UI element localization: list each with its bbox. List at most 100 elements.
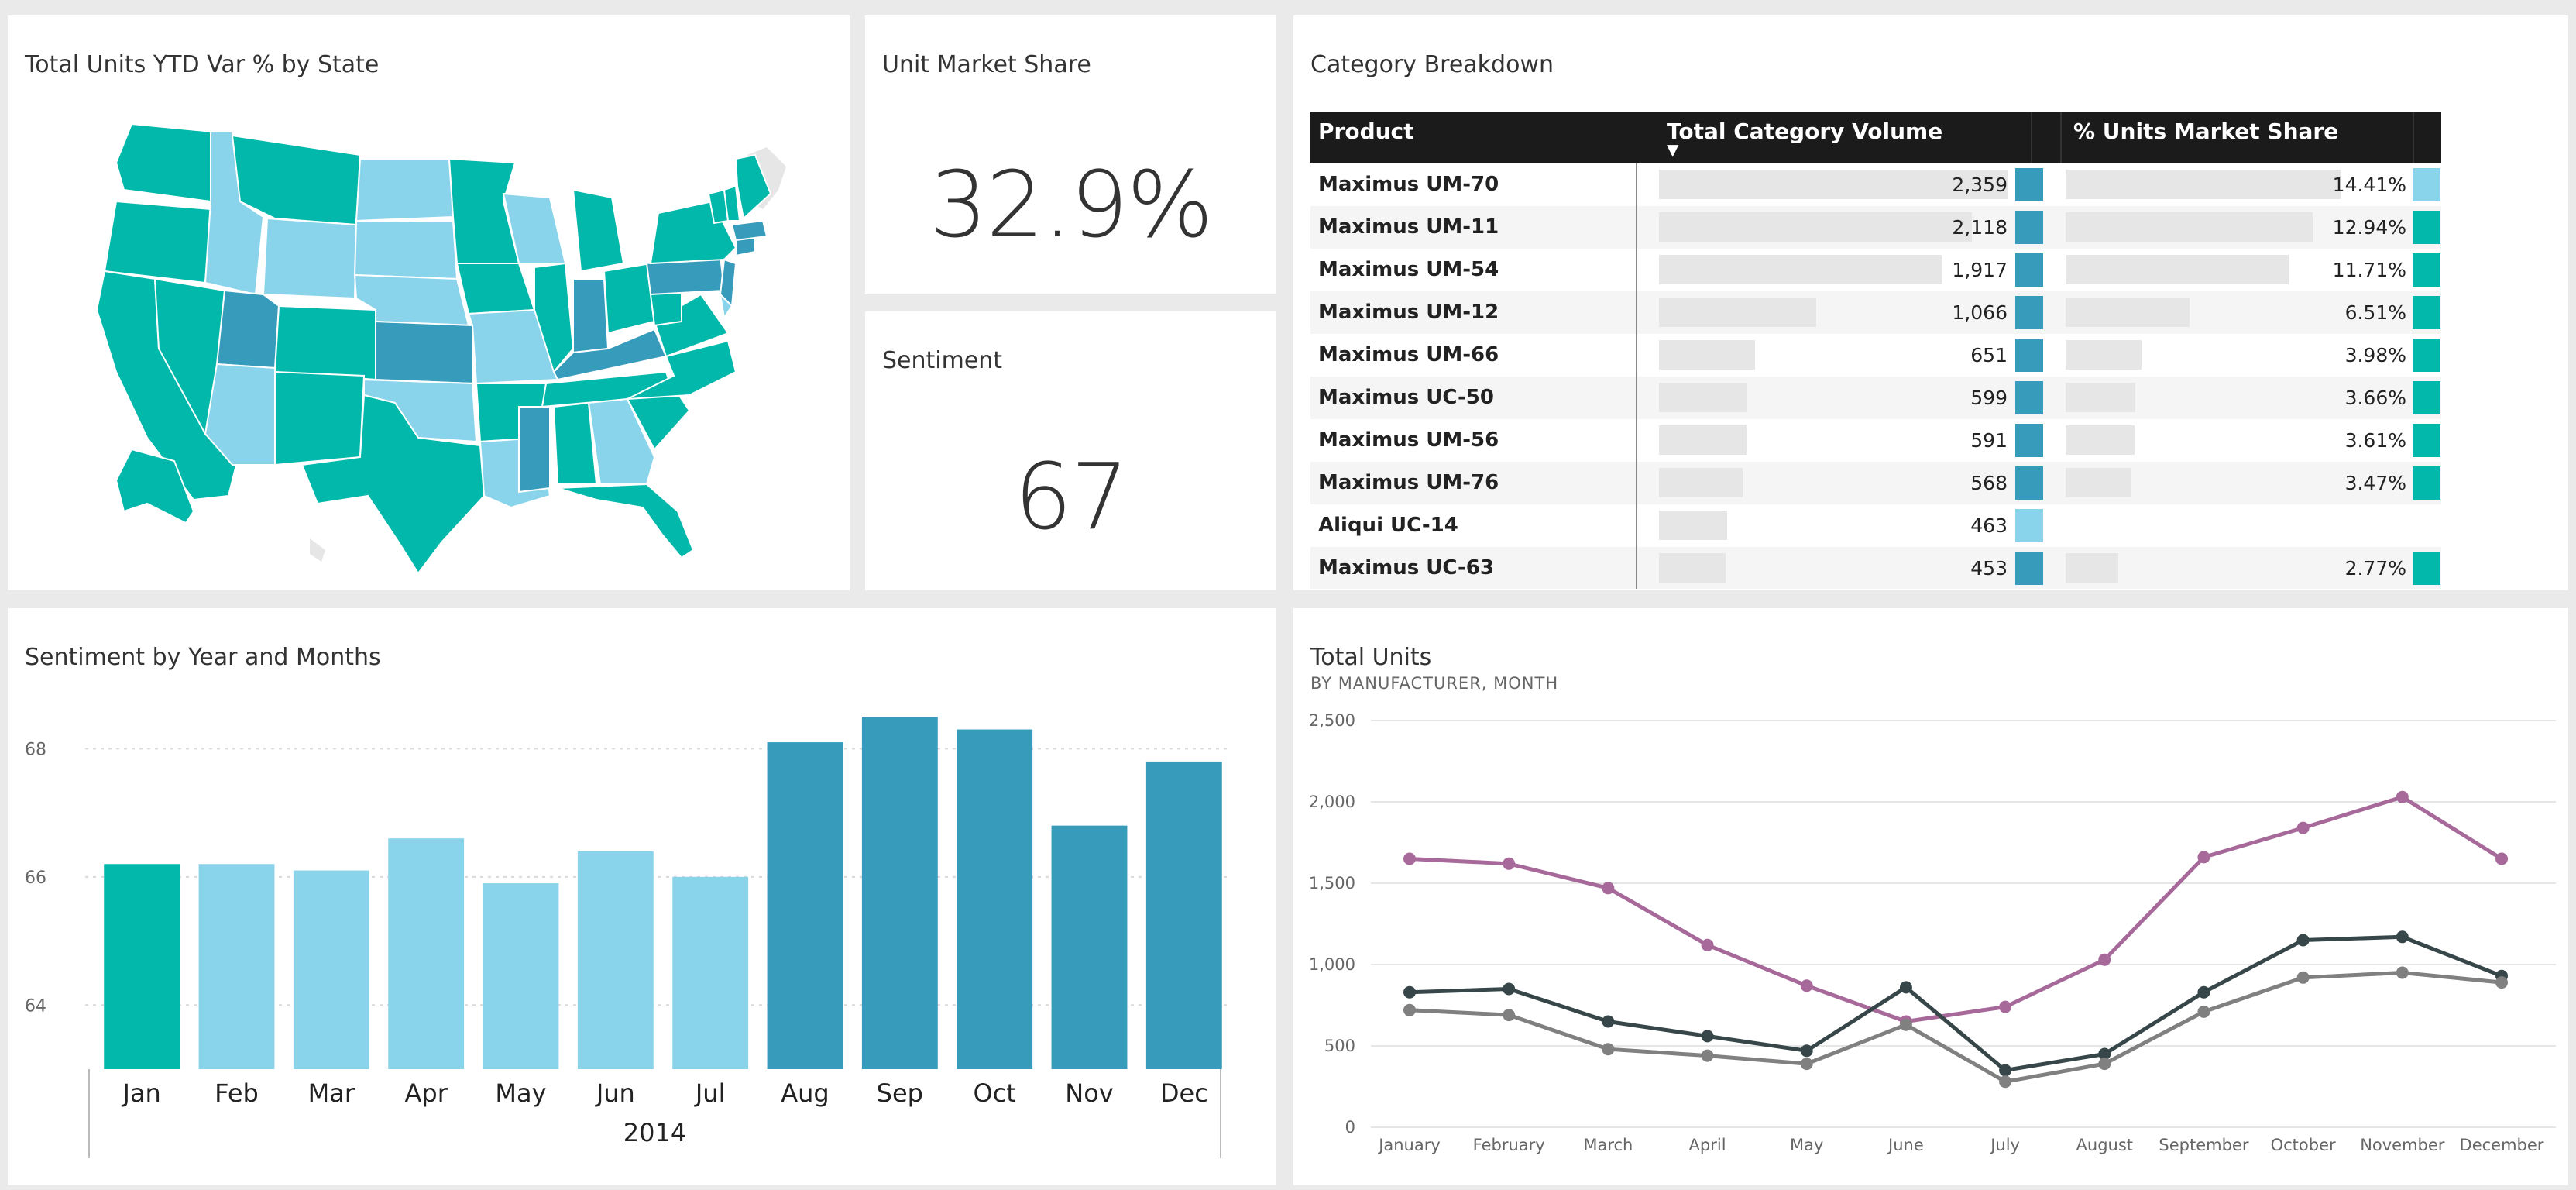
table-row[interactable]: Maximus UC-50 599 3.66% [1310, 377, 2441, 419]
product-name: Maximus UM-54 [1318, 258, 1499, 281]
table-row[interactable]: Maximus UM-70 2,359 14.41% [1310, 163, 2441, 206]
header-share[interactable]: % Units Market Share [2073, 119, 2338, 144]
line-point[interactable] [1701, 938, 1714, 951]
line-point[interactable] [1602, 1015, 1615, 1028]
line-point[interactable] [1800, 1044, 1813, 1058]
line-point[interactable] [2396, 930, 2409, 944]
bar-ytick-label: 66 [25, 868, 46, 888]
bar-mark[interactable] [388, 838, 465, 1069]
table-row[interactable]: Maximus UM-66 651 3.98% [1310, 334, 2441, 377]
line-point[interactable] [1800, 979, 1813, 992]
volume-color-swatch [2015, 466, 2043, 500]
line-point[interactable] [2396, 966, 2409, 979]
volume-value: 1,066 [1952, 301, 2008, 324]
bar-mark[interactable] [1051, 825, 1128, 1069]
line-ytick-label: 2,000 [1309, 793, 1355, 811]
volume-databar [1659, 383, 1747, 412]
line-point[interactable] [1503, 857, 1516, 870]
header-divider [2413, 112, 2414, 163]
bar-xtick-label: Feb [215, 1078, 259, 1108]
line-point[interactable] [1899, 1018, 1912, 1031]
share-databar [2066, 170, 2341, 199]
table-row[interactable]: Maximus UM-11 2,118 12.94% [1310, 206, 2441, 249]
share-databar [2066, 425, 2135, 455]
bar-ytick-label: 64 [25, 996, 46, 1016]
bar-mark[interactable] [293, 870, 369, 1069]
line-point[interactable] [1701, 1030, 1714, 1043]
table-row[interactable]: Maximus UM-76 568 3.47% [1310, 462, 2441, 504]
line-point[interactable] [1503, 1009, 1516, 1022]
line-point[interactable] [1701, 1049, 1714, 1062]
line-series[interactable] [1409, 794, 2503, 1024]
line-point[interactable] [1899, 981, 1912, 994]
line-point[interactable] [2197, 985, 2210, 999]
bar-xtick-label: Mar [308, 1078, 355, 1108]
product-name: Maximus UM-70 [1318, 173, 1499, 196]
bar-xtick-label: Aug [781, 1078, 829, 1108]
line-point[interactable] [1800, 1058, 1813, 1071]
share-databar [2066, 340, 2142, 370]
header-volume[interactable]: Total Category Volume [1667, 119, 1942, 144]
line-point[interactable] [1999, 1075, 2012, 1089]
line-point[interactable] [2197, 851, 2210, 864]
header-product[interactable]: Product [1318, 119, 1414, 144]
unit-market-share-value: 32.9% [929, 151, 1214, 258]
line-point[interactable] [1999, 1064, 2012, 1077]
line-point[interactable] [2098, 953, 2111, 966]
volume-value: 463 [1970, 514, 2008, 537]
line-point[interactable] [1403, 1003, 1416, 1016]
bar-mark[interactable] [672, 876, 749, 1069]
bar-mark[interactable] [483, 883, 559, 1069]
line-point[interactable] [2396, 790, 2409, 803]
sort-arrow-icon[interactable]: ▼ [1667, 140, 1678, 159]
line-point[interactable] [1403, 985, 1416, 999]
line-point[interactable] [1403, 852, 1416, 865]
share-databar [2066, 212, 2313, 242]
bar-mark[interactable] [767, 742, 843, 1069]
line-point[interactable] [2098, 1058, 2111, 1071]
us-map[interactable] [8, 15, 850, 590]
bar-mark[interactable] [104, 864, 180, 1069]
share-databar [2066, 468, 2131, 497]
table-row[interactable]: Maximus UC-63 453 2.77% [1310, 547, 2441, 589]
share-color-swatch [2413, 168, 2440, 201]
bar-mark[interactable] [198, 864, 275, 1069]
category-table[interactable]: Product Total Category Volume ▼ % Units … [1310, 112, 2441, 589]
state-fl [557, 483, 695, 559]
state-hi [310, 538, 325, 562]
bar-xtick-label: May [495, 1078, 546, 1108]
line-xtick-label: January [1377, 1136, 1441, 1154]
line-point[interactable] [2296, 934, 2310, 947]
line-point[interactable] [2495, 852, 2508, 865]
line-point[interactable] [2296, 971, 2310, 984]
line-point[interactable] [1602, 882, 1615, 895]
sentiment-tile[interactable]: Sentiment 67 [865, 311, 1276, 590]
product-name: Maximus UM-76 [1318, 471, 1499, 494]
unit-market-share-tile[interactable]: Unit Market Share 32.9% [865, 15, 1276, 294]
column-scroll-divider[interactable] [1636, 163, 1637, 589]
share-databar [2066, 255, 2289, 284]
line-point[interactable] [2197, 1005, 2210, 1018]
total-units-line-chart[interactable]: 0 500 1,000 1,500 2,000 2,500 January February M… [1293, 608, 2568, 1185]
line-series[interactable] [1409, 934, 2502, 1073]
volume-color-swatch [2015, 168, 2043, 201]
bar-mark[interactable] [577, 851, 654, 1069]
table-row[interactable]: Maximus UM-54 1,917 11.71% [1310, 249, 2441, 291]
line-point[interactable] [1999, 1000, 2012, 1013]
line-point[interactable] [1602, 1043, 1615, 1056]
sentiment-bar-chart[interactable]: 64 66 68 Jan Feb Mar Apr May Jun Jul Aug Sep Oct Nov D… [8, 608, 1276, 1185]
line-point[interactable] [2495, 976, 2508, 989]
table-row[interactable]: Maximus UM-12 1,066 6.51% [1310, 291, 2441, 334]
state-ut [215, 289, 280, 370]
volume-value: 2,118 [1952, 216, 2008, 239]
line-point[interactable] [1503, 982, 1516, 996]
table-row[interactable]: Aliqui UC-14 463 [1310, 504, 2441, 547]
table-row[interactable]: Maximus UM-56 591 3.61% [1310, 419, 2441, 462]
bar-mark[interactable] [1145, 761, 1222, 1069]
bar-mark[interactable] [861, 717, 938, 1069]
product-name: Maximus UC-50 [1318, 386, 1494, 409]
bar-mark[interactable] [957, 729, 1033, 1069]
share-value: 12.94% [2332, 216, 2406, 239]
volume-databar [1659, 255, 1942, 284]
line-point[interactable] [2296, 821, 2310, 834]
